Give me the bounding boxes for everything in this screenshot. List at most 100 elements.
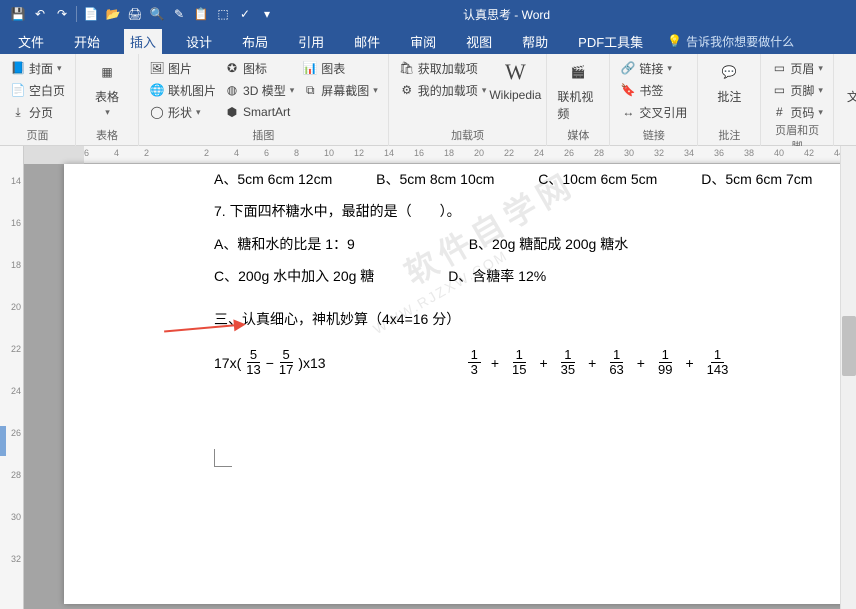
menu-help[interactable]: 帮助 bbox=[516, 29, 554, 54]
qat-icon-3[interactable]: 🖨 bbox=[125, 4, 145, 24]
group-label-comments: 批注 bbox=[708, 127, 750, 146]
picture-icon: 🖼 bbox=[149, 60, 165, 76]
bookmark-icon: 🔖 bbox=[620, 82, 636, 98]
group-label-illustrations: 插图 bbox=[149, 127, 378, 146]
get-addins-button[interactable]: 🛍获取加载项 bbox=[399, 58, 487, 78]
table-button[interactable]: ▦ 表格▾ bbox=[86, 58, 128, 118]
menu-pdf[interactable]: PDF工具集 bbox=[572, 29, 649, 54]
online-pictures-button[interactable]: 🌐联机图片 bbox=[149, 80, 216, 100]
screenshot-icon: ⧉ bbox=[302, 82, 318, 98]
qat-icon-2[interactable]: 📂 bbox=[103, 4, 123, 24]
bookmark-button[interactable]: 🔖书签 bbox=[620, 80, 687, 100]
ribbon-group-illustrations: 🖼图片 🌐联机图片 ◯形状▾ ✪图标 ◍3D 模型▾ ⬢SmartArt 📊图表… bbox=[139, 54, 389, 146]
screenshot-button[interactable]: ⧉屏幕截图▾ bbox=[302, 80, 378, 100]
undo-icon[interactable]: ↶ bbox=[30, 4, 50, 24]
qat-icon-7[interactable]: ⬚ bbox=[213, 4, 233, 24]
cover-page-button[interactable]: 📘封面▾ bbox=[10, 58, 65, 78]
header-icon: ▭ bbox=[771, 60, 787, 76]
textbox-button[interactable]: A 文本框 bbox=[844, 58, 856, 105]
ribbon-group-header-footer: ▭页眉▾ ▭页脚▾ #页码▾ 页眉和页脚 bbox=[761, 54, 834, 146]
group-label-pages: 页面 bbox=[10, 127, 65, 146]
crossref-icon: ↔ bbox=[620, 104, 636, 120]
group-label-addins: 加载项 bbox=[399, 127, 537, 146]
q7-options-cd: C、200g 水中加入 20g 糖 D、含糖率 12% bbox=[214, 265, 834, 287]
wikipedia-icon: W bbox=[501, 58, 529, 86]
q7-options-ab: A、糖和水的比是 1：9 B、20g 糖配成 200g 糖水 bbox=[214, 233, 834, 255]
online-video-button[interactable]: 🎬 联机视频 bbox=[557, 58, 599, 122]
vertical-scrollbar[interactable] bbox=[840, 146, 856, 609]
lightbulb-icon: 💡 bbox=[667, 34, 682, 48]
wikipedia-button[interactable]: W Wikipedia bbox=[494, 58, 536, 102]
comment-button[interactable]: 💬 批注 bbox=[708, 58, 750, 105]
cover-page-icon: 📘 bbox=[10, 60, 26, 76]
expr1: 17x( 513 − 517 )x13 bbox=[214, 348, 326, 378]
icons-button[interactable]: ✪图标 bbox=[224, 58, 294, 78]
ribbon-group-tables: ▦ 表格▾ 表格 bbox=[76, 54, 139, 146]
scrollbar-thumb[interactable] bbox=[842, 316, 856, 376]
menu-view[interactable]: 视图 bbox=[460, 29, 498, 54]
menu-home[interactable]: 开始 bbox=[68, 29, 106, 54]
page[interactable]: 软件自学网 WWW.RJZXW.COM A、5cm 6cm 12cm B、5cm… bbox=[64, 164, 854, 604]
my-addins-button[interactable]: ⚙我的加载项▾ bbox=[399, 80, 487, 100]
qat-more-icon[interactable]: ▾ bbox=[257, 4, 277, 24]
menu-mailings[interactable]: 邮件 bbox=[348, 29, 386, 54]
comment-icon: 💬 bbox=[715, 58, 743, 86]
horizontal-ruler[interactable]: 6422468101214161820222426283032343638404… bbox=[24, 146, 856, 164]
group-label-links: 链接 bbox=[620, 127, 687, 146]
menu-references[interactable]: 引用 bbox=[292, 29, 330, 54]
ribbon-group-pages: 📘封面▾ 📄空白页 ⤓分页 页面 bbox=[0, 54, 76, 146]
video-icon: 🎬 bbox=[564, 58, 592, 86]
textbox-icon: A bbox=[851, 58, 856, 86]
table-icon: ▦ bbox=[93, 58, 121, 86]
text-cursor bbox=[214, 449, 232, 467]
page-break-button[interactable]: ⤓分页 bbox=[10, 102, 65, 122]
blank-page-icon: 📄 bbox=[10, 82, 26, 98]
qat-icon-6[interactable]: 📋 bbox=[191, 4, 211, 24]
group-label-tables: 表格 bbox=[86, 127, 128, 146]
menu-layout[interactable]: 布局 bbox=[236, 29, 274, 54]
section3-title: 三、认真细心，神机妙算（4x4=16 分） bbox=[214, 308, 834, 330]
qat-icon-5[interactable]: ✎ bbox=[169, 4, 189, 24]
shapes-button[interactable]: ◯形状▾ bbox=[149, 102, 216, 122]
shapes-icon: ◯ bbox=[149, 104, 165, 120]
ribbon-group-text: A 文本框 bbox=[834, 54, 856, 146]
menu-file[interactable]: 文件 bbox=[12, 29, 50, 54]
header-button[interactable]: ▭页眉▾ bbox=[771, 58, 823, 78]
crossref-button[interactable]: ↔交叉引用 bbox=[620, 102, 687, 122]
redo-icon[interactable]: ↷ bbox=[52, 4, 72, 24]
qat-icon-8[interactable]: ✓ bbox=[235, 4, 255, 24]
smartart-button[interactable]: ⬢SmartArt bbox=[224, 102, 294, 122]
3d-models-button[interactable]: ◍3D 模型▾ bbox=[224, 80, 294, 100]
qat-icon-4[interactable]: 🔍 bbox=[147, 4, 167, 24]
q6-options: A、5cm 6cm 12cm B、5cm 8cm 10cm C、10cm 6cm… bbox=[214, 168, 834, 190]
pagenum-icon: # bbox=[771, 104, 787, 120]
icons-icon: ✪ bbox=[224, 60, 240, 76]
picture-button[interactable]: 🖼图片 bbox=[149, 58, 216, 78]
chart-icon: 📊 bbox=[302, 60, 318, 76]
chart-button[interactable]: 📊图表 bbox=[302, 58, 378, 78]
document-area: 14161820222426283032 6422468101214161820… bbox=[0, 146, 856, 609]
menu-review[interactable]: 审阅 bbox=[404, 29, 442, 54]
quick-access-toolbar: 💾 ↶ ↷ 📄 📂 🖨 🔍 ✎ 📋 ⬚ ✓ ▾ bbox=[0, 4, 277, 24]
group-label-media: 媒体 bbox=[557, 127, 599, 146]
vertical-ruler[interactable]: 14161820222426283032 bbox=[0, 146, 24, 609]
store-icon: 🛍 bbox=[399, 60, 415, 76]
ribbon: 📘封面▾ 📄空白页 ⤓分页 页面 ▦ 表格▾ 表格 🖼图片 🌐联机图片 ◯形状▾… bbox=[0, 54, 856, 146]
tell-me-search[interactable]: 💡 告诉我你想要做什么 bbox=[667, 33, 794, 50]
link-button[interactable]: 🔗链接▾ bbox=[620, 58, 687, 78]
menu-bar: 文件 开始 插入 设计 布局 引用 邮件 审阅 视图 帮助 PDF工具集 💡 告… bbox=[0, 28, 856, 54]
math-expressions: 17x( 513 − 517 )x13 13 + 115 + 135 + 163 bbox=[214, 348, 834, 378]
footer-button[interactable]: ▭页脚▾ bbox=[771, 80, 823, 100]
pagenum-button[interactable]: #页码▾ bbox=[771, 102, 823, 122]
link-icon: 🔗 bbox=[620, 60, 636, 76]
menu-insert[interactable]: 插入 bbox=[124, 29, 162, 54]
menu-design[interactable]: 设计 bbox=[180, 29, 218, 54]
document-content: A、5cm 6cm 12cm B、5cm 8cm 10cm C、10cm 6cm… bbox=[214, 164, 834, 378]
q7-text: 7. 下面四杯糖水中，最甜的是（ ）。 bbox=[214, 200, 834, 222]
page-break-icon: ⤓ bbox=[10, 104, 26, 120]
blank-page-button[interactable]: 📄空白页 bbox=[10, 80, 65, 100]
ribbon-group-media: 🎬 联机视频 媒体 bbox=[547, 54, 610, 146]
footer-icon: ▭ bbox=[771, 82, 787, 98]
qat-icon-1[interactable]: 📄 bbox=[81, 4, 101, 24]
save-icon[interactable]: 💾 bbox=[8, 4, 28, 24]
